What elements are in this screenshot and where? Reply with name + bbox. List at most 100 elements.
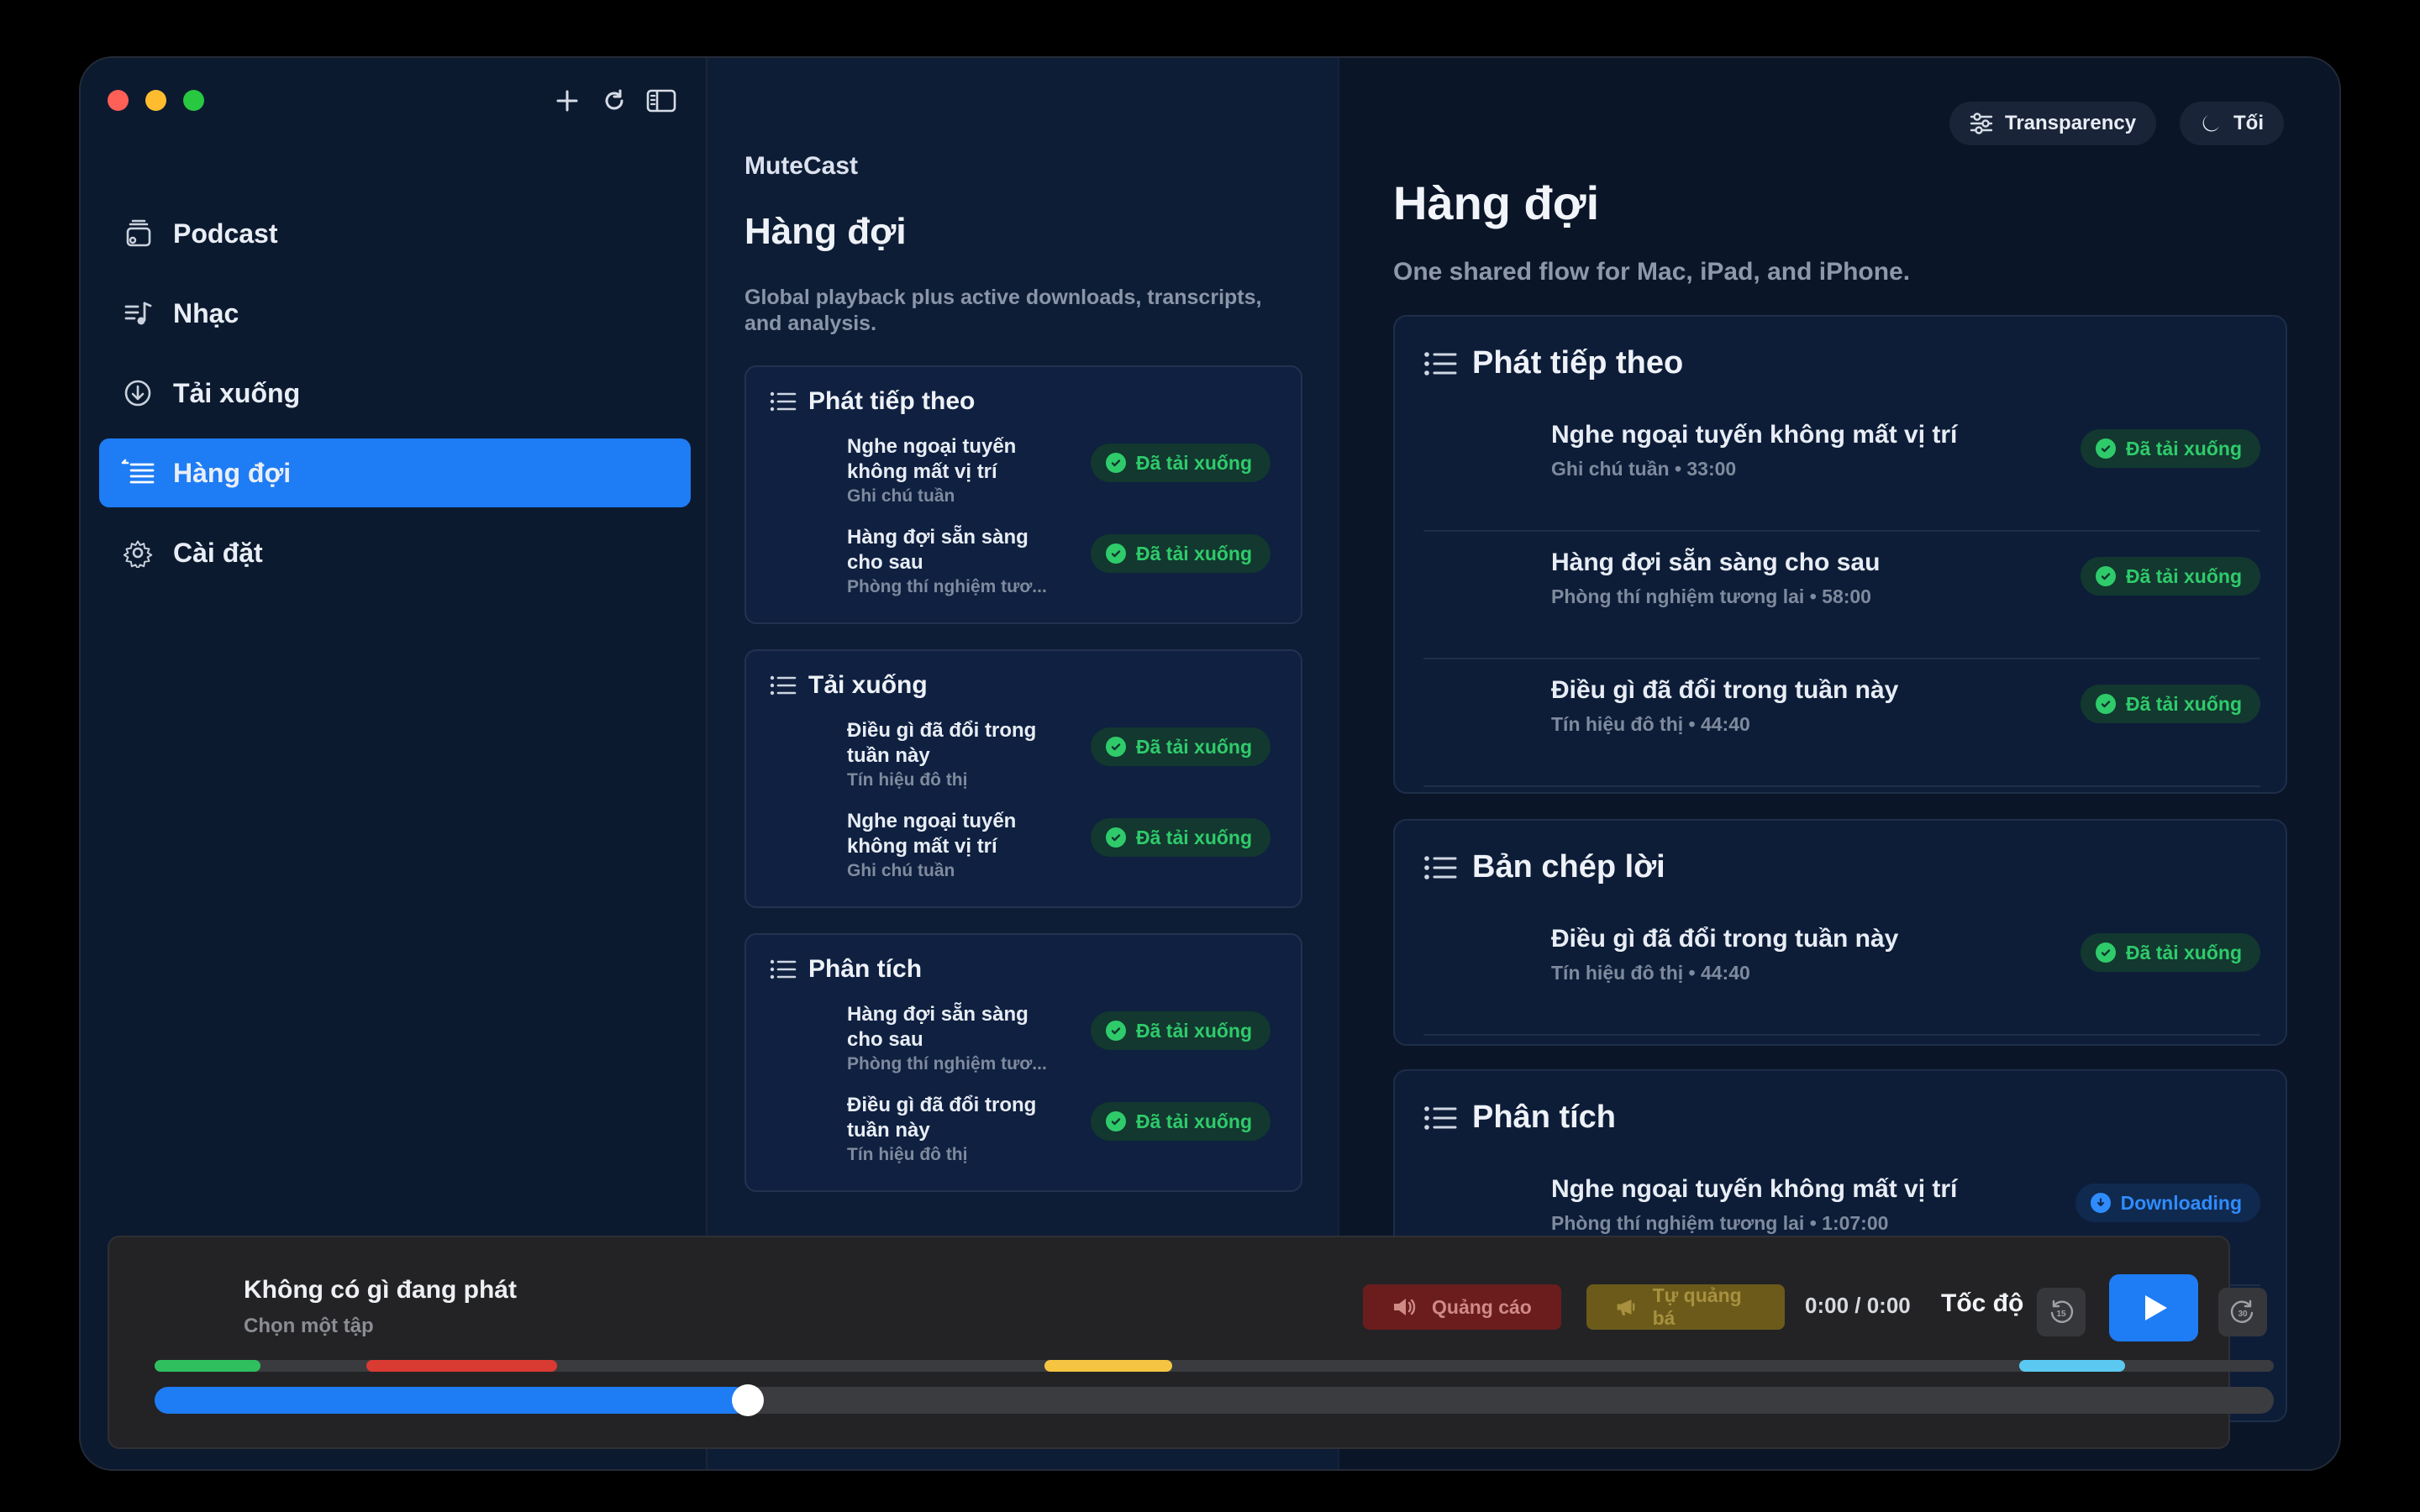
sidebar-item-settings[interactable]: Cài đặt [99, 518, 691, 587]
list-icon [770, 391, 797, 412]
app-window: Podcast Nhạc Tải xuống Hàng đợi Cài đặt … [79, 56, 2341, 1471]
list-item[interactable]: Nghe ngoại tuyến không mất vị trí Ghi ch… [1423, 404, 2260, 532]
episode-subtitle: Tín hiệu đô thị • 44:40 [1551, 962, 1750, 984]
list-icon [770, 675, 797, 696]
episode-title: Điều gì đã đổi trong tuần này [847, 1094, 1037, 1142]
page-title: Hàng đợi [744, 211, 907, 252]
episode-title: Điều gì đã đổi trong tuần này [1551, 925, 1899, 953]
toggle-sidebar-button[interactable] [645, 85, 677, 117]
episode-title: Hàng đợi sẵn sàng cho sau [847, 1003, 1028, 1051]
sidebar-toggle-icon [646, 89, 676, 113]
episode-subtitle: Phòng thí nghiệm tương lai • 1:07:00 [1551, 1212, 1889, 1234]
window-controls [108, 90, 204, 111]
episode-subtitle: Phòng thí nghiệm tương lai • 58:00 [1551, 585, 1871, 607]
episode-title: Nghe ngoại tuyến không mất vị trí [1551, 1175, 1958, 1203]
sidebar-item-music[interactable]: Nhạc [99, 279, 691, 348]
refresh-button[interactable] [598, 85, 630, 117]
status-badge: Đã tải xuống [2080, 685, 2260, 723]
sidebar-nav: Podcast Nhạc Tải xuống Hàng đợi Cài đặt [99, 199, 691, 598]
segment-marker-cyan [2019, 1360, 2126, 1372]
checkmark-icon [2095, 566, 2116, 586]
list-item[interactable]: Hàng đợi sẵn sàng cho sau Phòng thí nghi… [1423, 532, 2260, 659]
section-title: Phân tích [1472, 1100, 1617, 1135]
playback-progress-fill [155, 1387, 749, 1414]
skip-forward-button[interactable]: 30 [2218, 1288, 2267, 1336]
section-header: Phân tích [770, 955, 922, 984]
checkmark-icon [2095, 942, 2116, 963]
sidebar-toolbar [551, 85, 677, 117]
status-badge: Đã tải xuống [2080, 429, 2260, 468]
section-title: Bản chép lời [1472, 849, 1665, 885]
status-badge-label: Đã tải xuống [2125, 692, 2242, 715]
sliders-icon [1970, 113, 1993, 134]
list-item[interactable]: Nghe ngoại tuyến không mất vị trí Ghi ch… [746, 809, 1301, 893]
status-badge-label: Đã tải xuống [1136, 542, 1253, 564]
status-badge-label: Đã tải xuống [1136, 1110, 1253, 1132]
sidebar-item-queue[interactable]: Hàng đợi [99, 438, 691, 507]
skip-forward-seconds: 30 [2238, 1310, 2248, 1319]
checkmark-icon [2095, 438, 2116, 459]
add-button[interactable] [551, 85, 583, 117]
download-arrow-icon [2090, 1193, 2111, 1213]
podcast-stack-icon [121, 217, 155, 250]
episode-subtitle: Phòng thí nghiệm tươ... [847, 577, 1047, 596]
now-playing-subtitle: Chọn một tập [244, 1315, 374, 1337]
sidebar-item-label: Tải xuống [173, 377, 301, 408]
skip-ads-button[interactable]: Quảng cáo [1363, 1284, 1561, 1330]
skip-self-promo-button[interactable]: Tự quảng bá [1586, 1284, 1785, 1330]
skip-ads-label: Quảng cáo [1432, 1295, 1532, 1318]
list-item[interactable]: Hàng đợi sẵn sàng cho sau Phòng thí nghi… [746, 1002, 1301, 1086]
refresh-icon [605, 89, 623, 110]
status-badge: Đã tải xuống [1091, 1011, 1271, 1050]
sidebar-item-downloads[interactable]: Tải xuống [99, 359, 691, 428]
status-badge-label: Đã tải xuống [2125, 564, 2242, 587]
theme-toggle-button[interactable]: Tối [2180, 102, 2284, 145]
skip-self-promo-label: Tự quảng bá [1652, 1284, 1742, 1329]
analysis-section-card: Phân tích Hàng đợi sẵn sàng cho sau Phòn… [744, 933, 1302, 1192]
list-item[interactable]: Điều gì đã đổi trong tuần này Tín hiệu đ… [746, 1093, 1301, 1177]
episode-subtitle: Phòng thí nghiệm tươ... [847, 1054, 1047, 1074]
section-header: Tải xuống [770, 671, 928, 700]
segment-marker-green [155, 1360, 261, 1372]
close-window-button[interactable] [108, 90, 129, 111]
sidebar-item-label: Podcast [173, 218, 278, 249]
list-item[interactable]: Điều gì đã đổi trong tuần này Tín hiệu đ… [1423, 908, 2260, 1036]
list-item[interactable]: Điều gì đã đổi trong tuần này Tín hiệu đ… [746, 718, 1301, 802]
skip-back-button[interactable]: 15 [2037, 1288, 2086, 1336]
speed-button[interactable]: Tốc độ [1941, 1289, 2023, 1318]
up-next-section-card: Phát tiếp theo Nghe ngoại tuyến không mấ… [1393, 315, 2287, 794]
status-badge: Đã tải xuống [1091, 727, 1271, 766]
episode-subtitle: Ghi chú tuần [847, 861, 955, 880]
sidebar-item-podcast[interactable]: Podcast [99, 199, 691, 268]
episode-subtitle: Tín hiệu đô thị [847, 770, 968, 790]
player-bar: Không có gì đang phát Chọn một tập Quảng… [108, 1236, 2274, 1449]
episode-title: Hàng đợi sẵn sàng cho sau [1551, 549, 1881, 576]
section-header: Phát tiếp theo [1423, 345, 1683, 381]
minimize-window-button[interactable] [145, 90, 166, 111]
play-icon [2145, 1295, 2167, 1320]
gear-icon [121, 536, 155, 570]
list-item[interactable]: Nghe ngoại tuyến không mất vị trí Ghi ch… [746, 434, 1301, 518]
episode-title: Điều gì đã đổi trong tuần này [847, 719, 1037, 767]
zoom-window-button[interactable] [183, 90, 204, 111]
queue-list-icon [121, 456, 155, 490]
status-badge: Đã tải xuống [2080, 933, 2260, 972]
playback-scrubber-handle[interactable] [732, 1384, 765, 1416]
playback-progress-slider[interactable] [155, 1384, 2274, 1416]
sidebar-item-label: Hàng đợi [173, 457, 292, 488]
list-item[interactable]: Hàng đợi sẵn sàng cho sau Phòng thí nghi… [746, 525, 1301, 609]
theme-label: Tối [2233, 112, 2264, 134]
status-badge-label: Đã tải xuống [1136, 735, 1253, 758]
play-button[interactable] [2109, 1274, 2198, 1341]
checkmark-icon [1106, 1111, 1126, 1131]
music-list-icon [121, 297, 155, 330]
status-badge: Đã tải xuống [1091, 444, 1271, 482]
transparency-button[interactable]: Transparency [1949, 102, 2157, 145]
section-header: Phát tiếp theo [770, 387, 975, 416]
queue-section-card: Phát tiếp theo Nghe ngoại tuyến không mấ… [744, 365, 1302, 624]
list-item[interactable]: Điều gì đã đổi trong tuần này Tín hiệu đ… [1423, 659, 2260, 787]
episode-title: Nghe ngoại tuyến không mất vị trí [847, 810, 1017, 858]
segment-marker-yellow [1044, 1360, 1172, 1372]
episode-title: Nghe ngoại tuyến không mất vị trí [1551, 421, 1958, 449]
episode-subtitle: Tín hiệu đô thị • 44:40 [1551, 713, 1750, 735]
